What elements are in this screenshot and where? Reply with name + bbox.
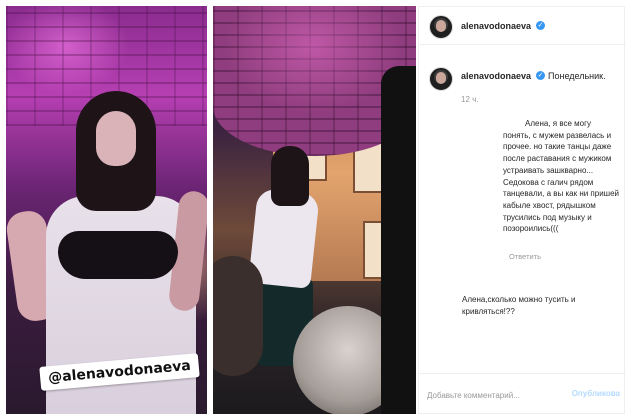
avatar-icon[interactable]	[429, 15, 453, 39]
verified-icon: ✓	[536, 21, 545, 30]
comment-line: после раставания с мужиком	[503, 154, 612, 164]
comment-line: Седокова с галич рядом	[503, 177, 594, 187]
comment-body: Алена,сколько можно тусить и кривляться!…	[462, 294, 622, 317]
comment-body: Алена, я все могу понять, с мужем развел…	[503, 118, 623, 235]
verified-icon: ✓	[536, 71, 545, 80]
foreground-person	[381, 66, 416, 414]
caption-username[interactable]: alenavodonaeva	[461, 71, 531, 81]
publish-button[interactable]: Опубликова	[572, 389, 620, 398]
comment-line: кабыле хвост, рядышком	[503, 200, 596, 210]
header-username[interactable]: alenavodonaeva	[461, 21, 531, 31]
dancer-hair	[271, 146, 309, 206]
face	[96, 111, 136, 166]
comment-line: Алена, я все могу	[525, 119, 592, 128]
post-photo-left: @alenavodonaeva	[6, 6, 207, 414]
comment-composer: Опубликова	[419, 373, 626, 415]
add-comment-input[interactable]	[427, 388, 577, 402]
caption-text: Понедельник.	[548, 71, 606, 81]
post-time[interactable]: 12 ч.	[461, 95, 479, 104]
reply-button[interactable]: Ответить	[509, 252, 541, 261]
crowd-person	[213, 256, 263, 376]
post-photo-middle	[213, 6, 416, 414]
post-detail-panel: alenavodonaeva ✓ alenavodonaeva ✓ Понеде…	[418, 6, 626, 415]
comment-line: понять, с мужем развелась и	[503, 130, 612, 140]
comment-line: кривляться!??	[462, 306, 515, 316]
comment-line: трусились под музыку и	[503, 212, 592, 222]
comment-line: позороились(((	[503, 224, 559, 234]
black-bra	[58, 231, 178, 279]
post-header: alenavodonaeva ✓	[419, 7, 626, 45]
comment-line: прочее. но такие танцы даже	[503, 142, 612, 152]
comment-line: Алена,сколько можно тусить и	[462, 295, 576, 304]
comment-line: устраивать зашкварно...	[503, 165, 594, 175]
comment-line: танцевали, а вы как ни пришей	[503, 189, 620, 199]
caption-avatar-icon[interactable]	[429, 67, 453, 91]
